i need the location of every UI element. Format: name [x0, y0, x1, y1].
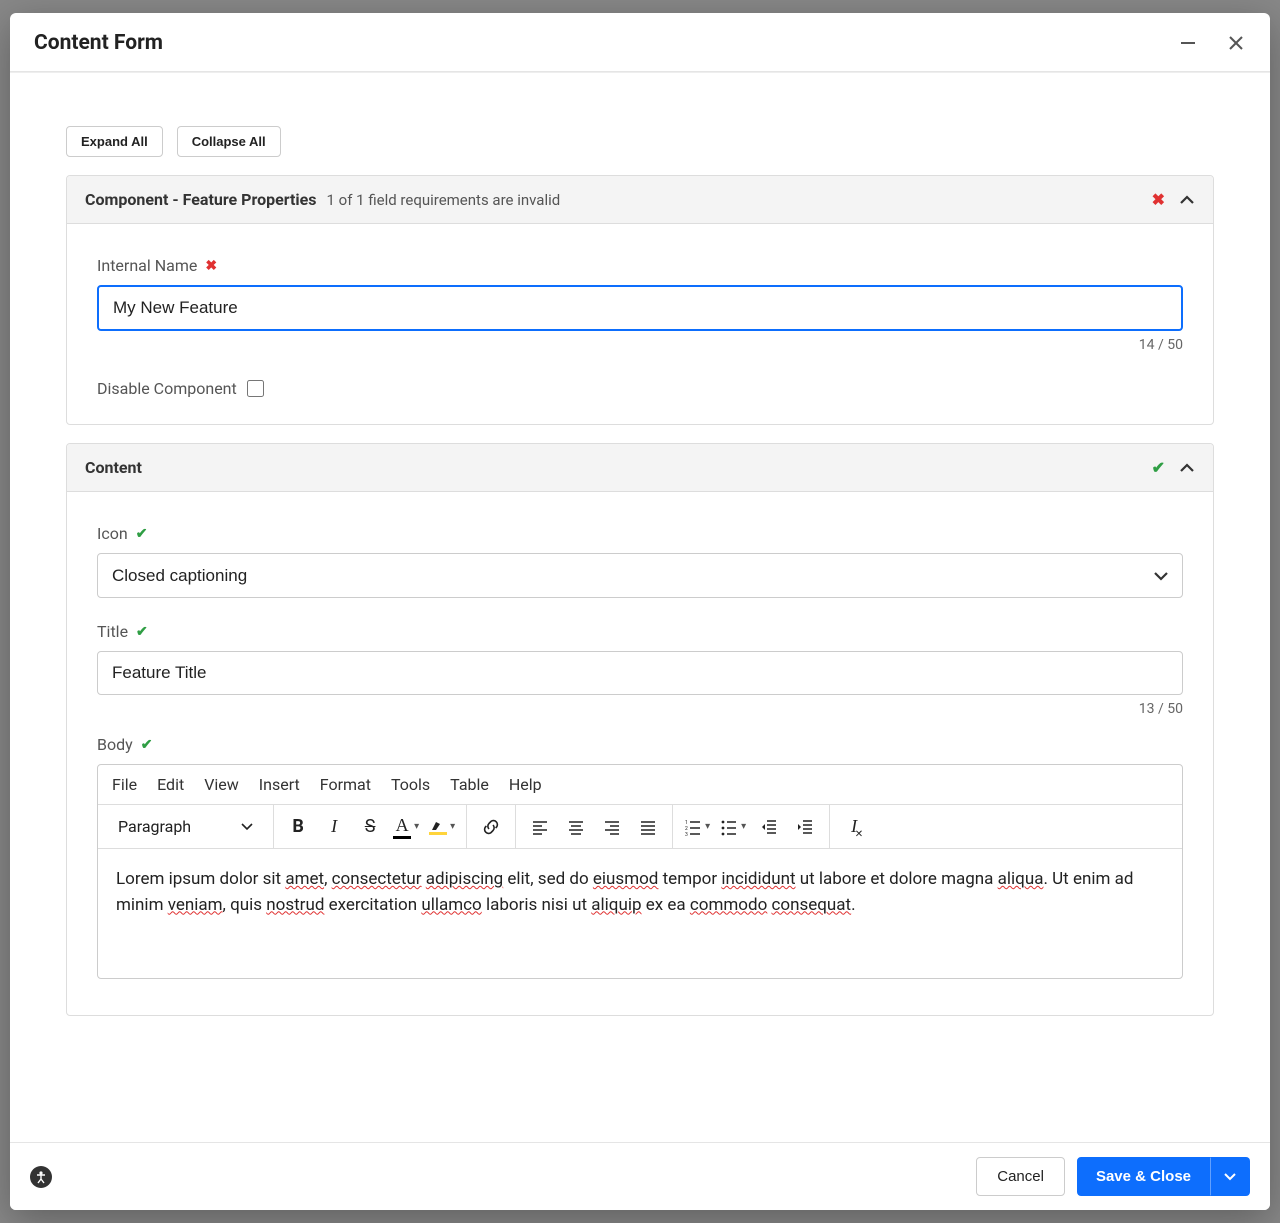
disable-component-checkbox[interactable]	[247, 380, 264, 397]
svg-text:3: 3	[685, 832, 688, 836]
ordered-list-icon: 123	[684, 818, 702, 836]
save-button-group: Save & Close	[1077, 1157, 1250, 1196]
menu-edit[interactable]: Edit	[157, 775, 184, 794]
align-justify-button[interactable]	[630, 809, 666, 845]
invalid-icon: ✖	[1152, 190, 1165, 209]
close-button[interactable]	[1226, 33, 1246, 53]
panel-header[interactable]: Component - Feature Properties 1 of 1 fi…	[67, 176, 1213, 224]
title-label: Title	[97, 622, 128, 641]
bold-button[interactable]: B	[280, 809, 316, 845]
menu-table[interactable]: Table	[450, 775, 489, 794]
title-field: Title ✔ 13 / 50	[97, 622, 1183, 717]
indent-icon	[796, 818, 814, 836]
content-panel: Content ✔ Icon ✔	[66, 443, 1214, 1016]
panel-title: Component - Feature Properties	[85, 190, 317, 209]
modal-title: Content Form	[34, 31, 1178, 55]
panel-body: Icon ✔ Closed captioning	[67, 492, 1213, 1015]
editor-menu-bar: File Edit View Insert Format Tools Table…	[98, 765, 1182, 805]
outdent-button[interactable]	[751, 809, 787, 845]
disable-component-row: Disable Component	[97, 379, 1183, 398]
save-close-button[interactable]: Save & Close	[1077, 1157, 1210, 1196]
menu-view[interactable]: View	[204, 775, 239, 794]
truncated-content-above	[10, 72, 1270, 106]
align-right-icon	[603, 818, 621, 836]
chevron-down-icon	[241, 821, 253, 833]
body-label: Body	[97, 735, 133, 754]
title-input[interactable]	[97, 651, 1183, 695]
align-left-button[interactable]	[522, 809, 558, 845]
component-feature-properties-panel: Component - Feature Properties 1 of 1 fi…	[66, 175, 1214, 425]
icon-select[interactable]: Closed captioning	[97, 553, 1183, 598]
highlight-color-button[interactable]	[424, 809, 460, 845]
bullet-list-icon	[720, 818, 738, 836]
title-counter: 13 / 50	[97, 701, 1183, 717]
internal-name-label: Internal Name	[97, 256, 197, 275]
bullet-list-button[interactable]	[715, 809, 751, 845]
link-button[interactable]	[473, 809, 509, 845]
link-icon	[481, 817, 501, 837]
paragraph-style-select[interactable]: Paragraph	[104, 817, 267, 836]
valid-check-icon: ✔	[136, 526, 148, 542]
align-center-button[interactable]	[558, 809, 594, 845]
panel-header[interactable]: Content ✔	[67, 444, 1213, 492]
minimize-button[interactable]	[1178, 33, 1198, 53]
required-invalid-icon: ✖	[205, 258, 217, 274]
outdent-icon	[760, 818, 778, 836]
chevron-up-icon[interactable]	[1179, 460, 1195, 476]
collapse-all-button[interactable]: Collapse All	[177, 126, 281, 157]
align-justify-icon	[639, 818, 657, 836]
strikethrough-button[interactable]: S	[352, 809, 388, 845]
align-center-icon	[567, 818, 585, 836]
save-dropdown-button[interactable]	[1210, 1157, 1250, 1196]
icon-label: Icon	[97, 524, 128, 543]
expand-collapse-toolbar: Expand All Collapse All	[10, 106, 1270, 175]
clear-formatting-button[interactable]: I✕	[836, 809, 872, 845]
window-controls	[1178, 33, 1246, 53]
menu-insert[interactable]: Insert	[259, 775, 300, 794]
panel-validation-text: 1 of 1 field requirements are invalid	[327, 191, 561, 209]
internal-name-input[interactable]	[97, 285, 1183, 331]
text-color-button[interactable]: A	[388, 809, 424, 845]
editor-toolbar: Paragraph B I S A	[98, 805, 1182, 849]
modal-footer: Cancel Save & Close	[10, 1142, 1270, 1210]
indent-button[interactable]	[787, 809, 823, 845]
content-form-modal: Content Form Expand All Collapse All Com…	[10, 13, 1270, 1210]
valid-icon: ✔	[1152, 458, 1165, 477]
internal-name-counter: 14 / 50	[97, 337, 1183, 353]
minimize-icon	[1179, 34, 1197, 52]
align-left-icon	[531, 818, 549, 836]
highlighter-icon	[430, 818, 446, 832]
ordered-list-button[interactable]: 123	[679, 809, 715, 845]
disable-component-label: Disable Component	[97, 379, 237, 398]
chevron-up-icon[interactable]	[1179, 192, 1195, 208]
menu-format[interactable]: Format	[320, 775, 371, 794]
icon-field: Icon ✔ Closed captioning	[97, 524, 1183, 598]
expand-all-button[interactable]: Expand All	[66, 126, 163, 157]
menu-file[interactable]: File	[112, 775, 137, 794]
chevron-down-icon	[1224, 1171, 1236, 1183]
modal-body[interactable]: Expand All Collapse All Component - Feat…	[10, 72, 1270, 1142]
cancel-button[interactable]: Cancel	[976, 1157, 1065, 1196]
valid-check-icon: ✔	[141, 737, 153, 753]
menu-help[interactable]: Help	[509, 775, 542, 794]
editor-content-area[interactable]: Lorem ipsum dolor sit amet, consectetur …	[98, 849, 1182, 978]
internal-name-field: Internal Name ✖ 14 / 50	[97, 256, 1183, 353]
modal-header: Content Form	[10, 13, 1270, 72]
rich-text-editor: File Edit View Insert Format Tools Table…	[97, 764, 1183, 979]
align-right-button[interactable]	[594, 809, 630, 845]
accessibility-icon[interactable]	[30, 1166, 52, 1188]
close-icon	[1227, 34, 1245, 52]
panel-body: Internal Name ✖ 14 / 50 Disable Componen…	[67, 224, 1213, 424]
menu-tools[interactable]: Tools	[391, 775, 430, 794]
italic-button[interactable]: I	[316, 809, 352, 845]
panel-title: Content	[85, 458, 142, 477]
body-field: Body ✔ File Edit View Insert Format Tool…	[97, 735, 1183, 979]
valid-check-icon: ✔	[136, 624, 148, 640]
